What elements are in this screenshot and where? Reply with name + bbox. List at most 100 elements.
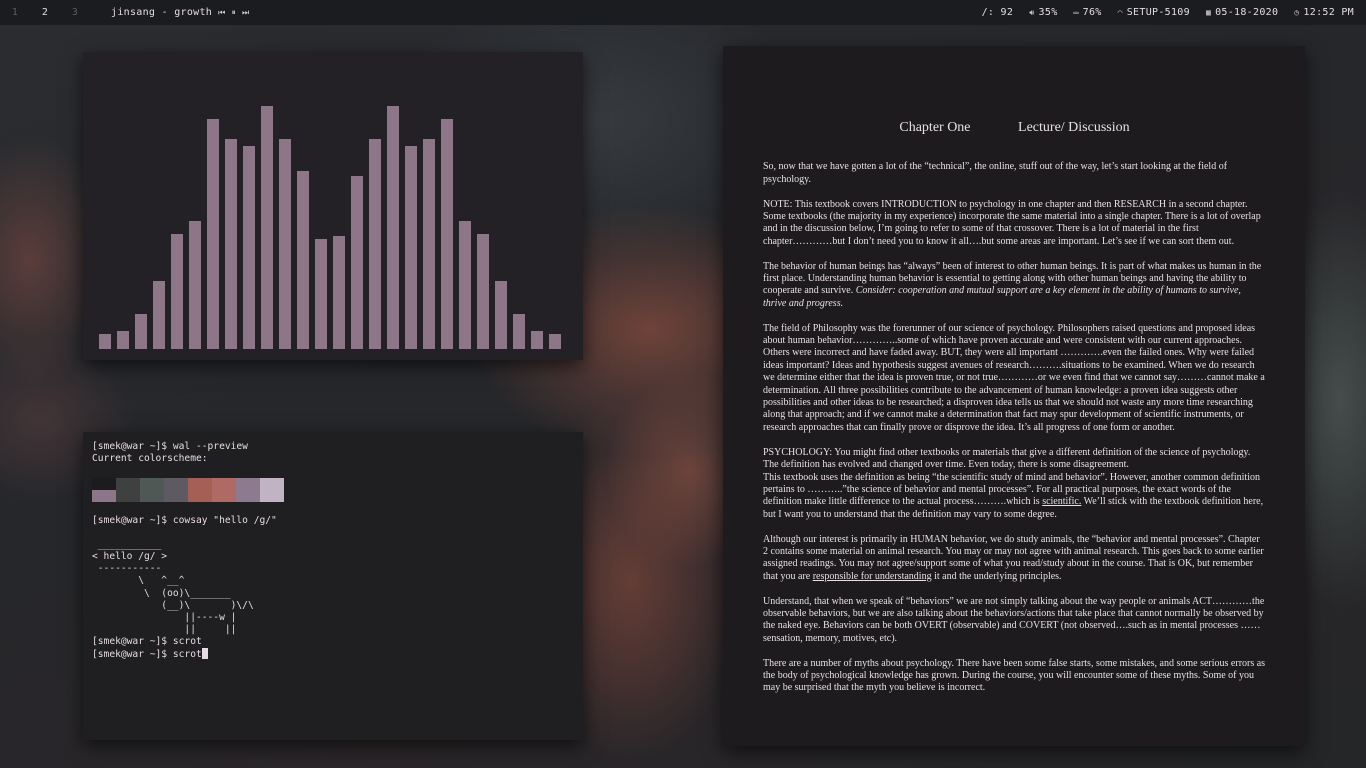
top-bar: 1 2 3 jinsang - growth ⏮ ⏸ ⏭ /: 92 🔊︎ 35%… <box>0 0 1366 25</box>
color-swatch <box>92 478 116 502</box>
terminal-line: ||----w | <box>92 611 237 623</box>
battery-status: ▭ 76% <box>1074 7 1102 18</box>
visualizer-bar <box>99 334 111 349</box>
battery-icon: ▭ <box>1073 8 1079 17</box>
color-swatch <box>212 478 236 502</box>
now-playing-title: jinsang - growth <box>111 7 213 18</box>
visualizer-bar <box>495 281 507 349</box>
paragraph: There are a number of myths about psycho… <box>763 657 1266 694</box>
document-page: Chapter One Lecture/ Discussion So, now … <box>763 120 1266 707</box>
visualizer-bar <box>243 146 255 349</box>
visualizer-bar <box>171 234 183 349</box>
visualizer-bar <box>441 119 453 349</box>
terminal-window[interactable]: [smek@war ~]$ wal --preview Current colo… <box>83 432 583 740</box>
paragraph-text: it and the underlying principles. <box>931 570 1062 582</box>
workspace-1[interactable]: 1 <box>0 7 30 18</box>
visualizer-bar <box>279 139 291 349</box>
time-status: ◷ 12:52 PM <box>1294 7 1354 18</box>
visualizer-bar <box>549 334 561 349</box>
color-swatch <box>164 478 188 502</box>
color-swatch-bottom <box>260 490 284 502</box>
workspace-2[interactable]: 2 <box>30 7 60 18</box>
color-swatch-top <box>164 478 188 490</box>
visualizer-bar <box>207 119 219 349</box>
color-swatch <box>236 478 260 502</box>
volume-status[interactable]: 🔊︎ 35% <box>1029 7 1057 18</box>
color-swatch-bottom <box>140 490 164 502</box>
pause-icon[interactable]: ⏸ <box>232 8 236 18</box>
color-swatch-bottom <box>164 490 188 502</box>
color-swatch <box>188 478 212 502</box>
terminal-line: Current colorscheme: <box>92 453 208 465</box>
wifi-icon: ◠ <box>1117 8 1123 17</box>
disk-status: /: 92 <box>982 7 1014 18</box>
colorscheme-preview <box>92 478 284 502</box>
visualizer-bar <box>333 236 345 349</box>
document-viewer-window[interactable]: Chapter One Lecture/ Discussion So, now … <box>723 46 1305 746</box>
color-swatch-top <box>260 478 284 490</box>
terminal-line: \ (oo)\_______ <box>92 587 231 599</box>
terminal-line: ----------- <box>92 563 162 575</box>
color-swatch-top <box>140 478 164 490</box>
visualizer-bar <box>297 171 309 349</box>
underlined-text: scientific. <box>1042 496 1082 508</box>
visualizer-bar <box>261 106 273 349</box>
visualizer-bar <box>423 139 435 349</box>
color-swatch-top <box>236 478 260 490</box>
date-text: 05-18-2020 <box>1215 7 1279 18</box>
date-status: ▦ 05-18-2020 <box>1206 7 1278 18</box>
disk-usage: /: 92 <box>981 7 1014 18</box>
terminal-line: [smek@war ~]$ scrot <box>92 635 202 647</box>
visualizer-bar <box>477 234 489 349</box>
terminal-line: || || <box>92 623 237 635</box>
terminal-line: ___________ <box>92 539 162 551</box>
visualizer-bar <box>189 221 201 349</box>
calendar-icon: ▦ <box>1205 8 1212 17</box>
visualizer-bar <box>135 314 147 349</box>
time-text: 12:52 PM <box>1303 7 1354 18</box>
paragraph: PSYCHOLOGY: You might find other textboo… <box>763 447 1266 521</box>
underlined-text: responsible for understanding <box>812 570 932 582</box>
chapter-title: Chapter One <box>899 120 971 135</box>
next-track-icon[interactable]: ⏭ <box>242 8 250 18</box>
terminal-cursor <box>201 648 208 660</box>
visualizer-bar <box>459 221 471 349</box>
color-swatch-bottom <box>236 490 260 502</box>
terminal-line: (__)\ )\/\ <box>92 599 254 611</box>
paragraph: NOTE: This textbook covers INTRODUCTION … <box>763 198 1261 247</box>
paragraph: The behavior of human beings has “always… <box>763 261 1266 311</box>
color-swatch-top <box>92 478 116 490</box>
terminal-output-top: [smek@war ~]$ wal --preview Current colo… <box>92 441 248 465</box>
color-swatch <box>116 478 140 502</box>
terminal-prompt[interactable]: [smek@war ~]$ scrot <box>92 649 202 660</box>
network-status[interactable]: ◠ SETUP-5109 <box>1118 7 1190 18</box>
status-area: /: 92 🔊︎ 35% ▭ 76% ◠ SETUP-5109 ▦ 05-18-2020… <box>982 0 1354 25</box>
visualizer-bar <box>315 239 327 349</box>
paragraph: Although our interest is primarily in HU… <box>763 534 1266 584</box>
visualizer-bar <box>153 281 165 349</box>
color-swatch-top <box>188 478 212 490</box>
color-swatch-bottom <box>212 490 236 502</box>
now-playing: jinsang - growth ⏮ ⏸ ⏭ <box>111 7 249 18</box>
color-swatch-bottom <box>92 490 116 502</box>
volume-icon: 🔊︎ <box>1029 7 1035 17</box>
terminal-line: < hello /g/ > <box>92 551 168 563</box>
color-swatch <box>260 478 284 502</box>
visualizer-bar <box>513 314 525 349</box>
visualizer-bar <box>387 106 399 349</box>
paragraph: Understand, that when we speak of “behav… <box>763 595 1265 644</box>
previous-track-icon[interactable]: ⏮ <box>218 8 226 18</box>
color-swatch-bottom <box>188 490 212 502</box>
visualizer-bar <box>225 139 237 349</box>
terminal-output-bottom: [smek@war ~]$ cowsay "hello /g/" _______… <box>92 515 277 661</box>
color-swatch-top <box>212 478 236 490</box>
terminal-line: [smek@war ~]$ wal --preview <box>92 441 248 452</box>
battery-level: 76% <box>1082 7 1102 18</box>
clock-icon: ◷ <box>1294 8 1300 17</box>
paragraph-text: PSYCHOLOGY: You might find other textboo… <box>763 446 1251 471</box>
color-swatch-top <box>116 478 140 490</box>
color-swatch <box>140 478 164 502</box>
color-swatch-bottom <box>116 490 140 502</box>
workspace-3[interactable]: 3 <box>60 7 90 18</box>
audio-visualizer-window[interactable] <box>83 52 583 360</box>
